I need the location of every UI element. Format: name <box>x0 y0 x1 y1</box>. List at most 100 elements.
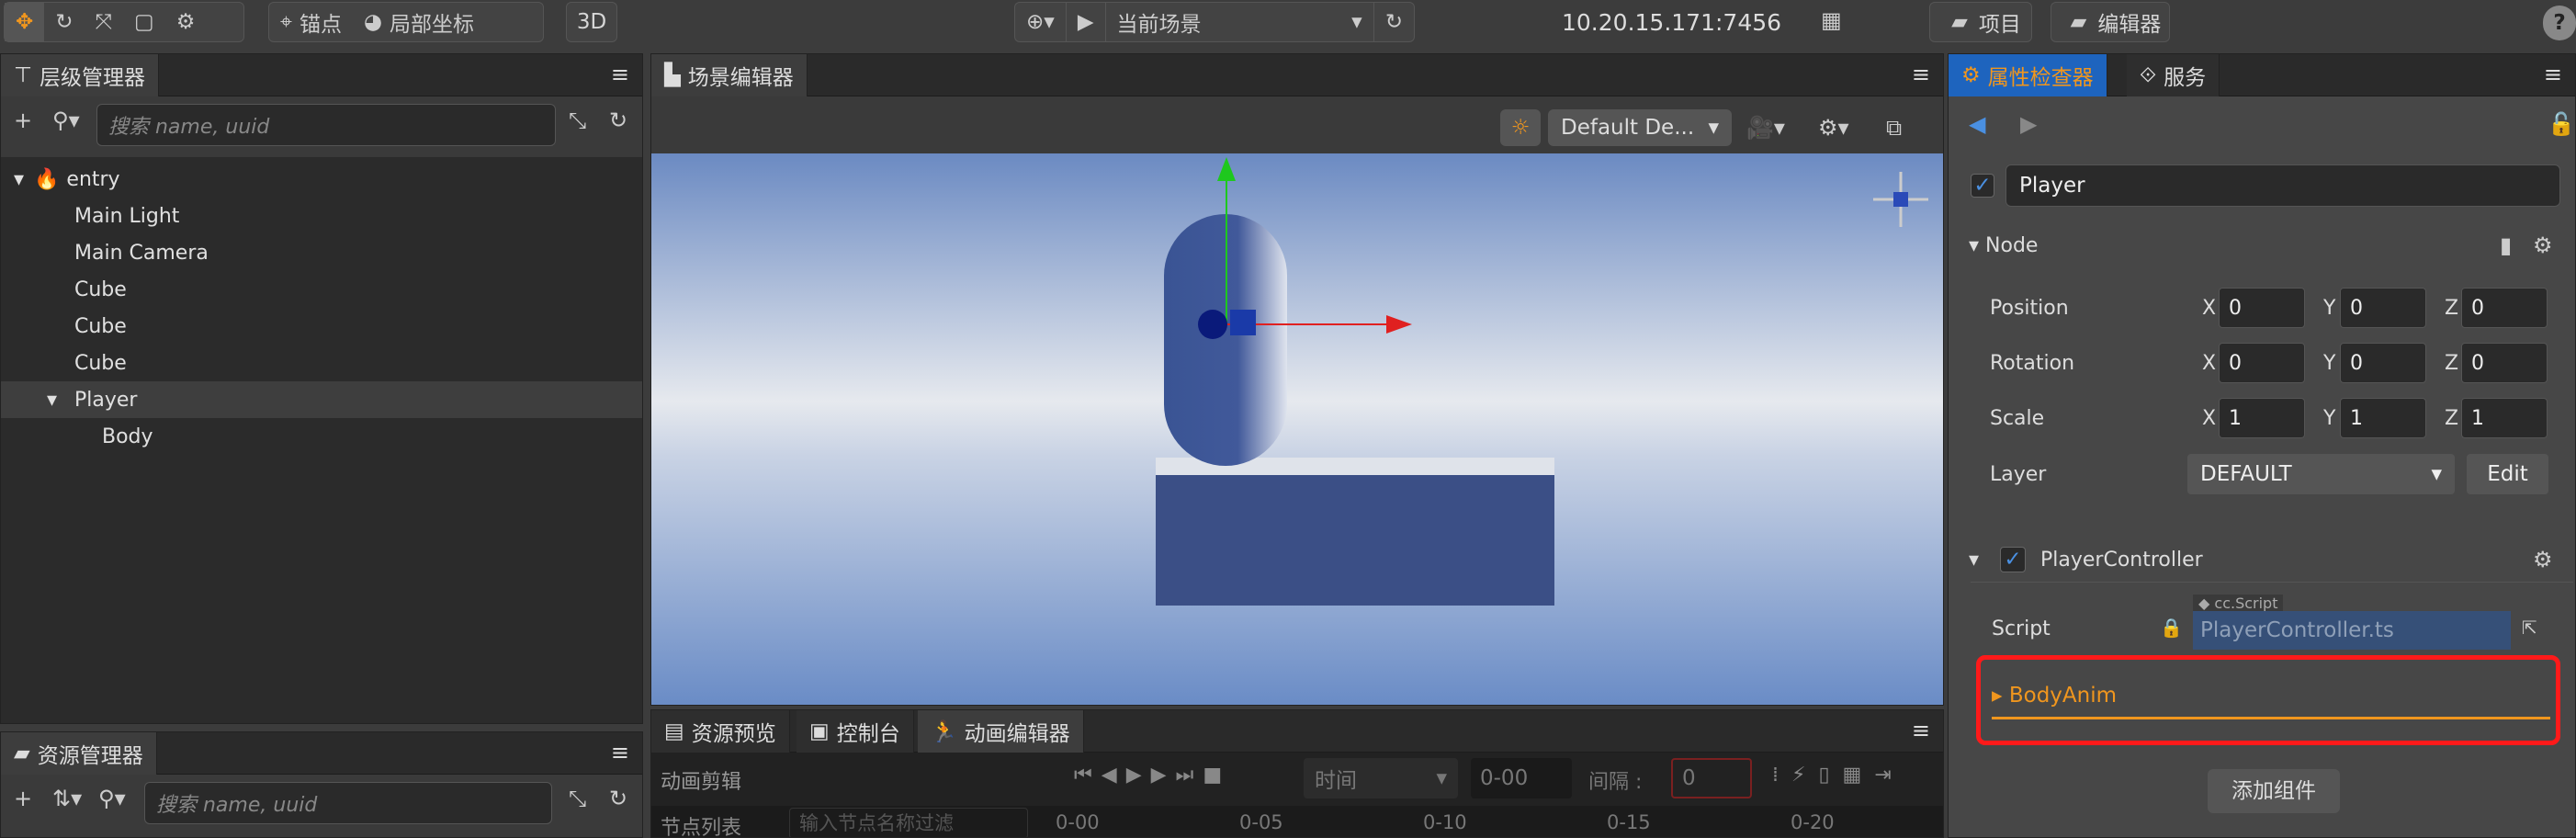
assets-search-input[interactable]: 搜索 name, uuid <box>144 782 552 824</box>
z-input[interactable]: 0 <box>2461 343 2548 383</box>
tree-node-label: Cube <box>74 314 127 338</box>
3d-toggle[interactable]: 3D <box>566 2 617 42</box>
menu-icon[interactable]: ≡ <box>1912 62 1930 87</box>
run-icon: 🏃 <box>931 719 957 744</box>
help-button[interactable]: ? <box>2543 6 2576 40</box>
z-input[interactable]: 0 <box>2461 288 2548 328</box>
gear-icon[interactable]: ⚙▾ <box>1818 115 1849 141</box>
play-icon[interactable]: ▶ <box>1067 3 1106 41</box>
scale-tool-icon[interactable]: ⤧ <box>85 3 123 41</box>
scene-select[interactable]: 当前场景 ▾ <box>1106 3 1373 41</box>
search-icon[interactable]: ⚲▾ <box>98 786 126 811</box>
project-button[interactable]: ▰ 项目 <box>1929 2 2032 42</box>
tree-node[interactable]: ▾ 🔥 entry <box>1 161 642 198</box>
tree-node-label: Main Light <box>74 204 180 228</box>
playback-controls[interactable]: ⏮◀▶▶⏭■ <box>1074 764 1231 787</box>
anchor-button[interactable]: ⌖ 锚点 <box>269 3 353 41</box>
forward-arrow-icon[interactable]: ▶ <box>2020 111 2037 137</box>
divider <box>1971 582 2573 583</box>
component-collapse-icon[interactable]: ▾ <box>1969 549 1979 572</box>
add-component-button[interactable]: 添加组件 <box>2208 769 2340 813</box>
search-icon[interactable]: ⚲▾ <box>52 108 80 133</box>
y-input[interactable]: 1 <box>2340 398 2426 438</box>
back-arrow-icon[interactable]: ◀ <box>1969 111 1985 137</box>
camera-icon[interactable]: 🎥▾ <box>1746 115 1785 141</box>
tree-node[interactable]: Cube <box>1 271 642 308</box>
node-filter-input[interactable]: 输入节点名称过滤 <box>789 808 1028 837</box>
tree-node[interactable]: Main Camera <box>1 234 642 271</box>
add-icon[interactable]: + <box>14 786 32 811</box>
component-checkbox[interactable]: ✓ <box>2000 547 2026 572</box>
active-checkbox[interactable]: ✓ <box>1971 174 1994 198</box>
move-tool-icon[interactable]: ✥ <box>5 3 45 41</box>
layer-select[interactable]: DEFAULT ▾ <box>2187 454 2455 494</box>
interval-input[interactable]: 0 <box>1671 758 1752 798</box>
tab-assets[interactable]: ▰ 资源管理器 <box>1 732 157 775</box>
time-select-label: 时间 <box>1315 769 1357 793</box>
refresh-icon[interactable]: ↻ <box>609 108 627 133</box>
animation-tool-icons[interactable]: ⁞⚡▯▦⇥ <box>1772 764 1904 787</box>
platform-globe-icon[interactable]: ⊕▾ <box>1015 3 1067 41</box>
timeline-tick: 0-15 <box>1607 811 1651 833</box>
editor-button[interactable]: ▰ 编辑器 <box>2051 2 2170 42</box>
node-name-input[interactable]: Player <box>2005 164 2560 207</box>
x-input[interactable]: 0 <box>2219 343 2305 383</box>
collapse-icon[interactable]: ⤡ <box>569 786 586 811</box>
z-input[interactable]: 1 <box>2461 398 2548 438</box>
tab-console[interactable]: ▣ 控制台 <box>797 710 914 753</box>
collapse-icon[interactable]: ⤡ <box>569 108 586 133</box>
maximize-icon[interactable]: ⧉ <box>1886 115 1902 141</box>
tab-services[interactable]: ⟐ 服务 <box>2127 54 2220 96</box>
rotate-tool-icon[interactable]: ↻ <box>44 3 84 41</box>
scene-tabbar: ▙ 场景编辑器 ≡ <box>651 54 1943 96</box>
lock-icon[interactable]: 🔓 <box>2548 111 2575 137</box>
sort-icon[interactable]: ⇅▾ <box>52 786 82 811</box>
expand-arrow-icon[interactable]: ▾ <box>14 168 34 191</box>
tab-hierarchy[interactable]: ⊤ 层级管理器 <box>1 54 160 96</box>
y-input[interactable]: 0 <box>2340 288 2426 328</box>
refresh-icon[interactable]: ↻ <box>1373 3 1414 41</box>
tree-node[interactable]: Body <box>1 418 642 455</box>
tab-inspector[interactable]: ⚙ 属性检查器 <box>1949 54 2107 96</box>
locate-icon[interactable]: ⇱ <box>2522 617 2537 639</box>
x-input[interactable]: 0 <box>2219 288 2305 328</box>
gear-tool-icon[interactable]: ⚙ <box>165 3 207 41</box>
menu-icon[interactable]: ≡ <box>611 740 629 765</box>
refresh-icon[interactable]: ↻ <box>609 786 627 811</box>
tree-node[interactable]: Main Light <box>1 198 642 234</box>
tree-node-label: Main Camera <box>74 241 209 265</box>
tab-scene[interactable]: ▙ 场景编辑器 <box>651 54 808 96</box>
tree-node[interactable]: Cube <box>1 345 642 381</box>
script-field[interactable]: PlayerController.ts <box>2193 611 2511 650</box>
time-input[interactable]: 0-00 <box>1471 758 1572 798</box>
local-coord-button[interactable]: ◕ 局部坐标 <box>353 3 485 41</box>
hierarchy-search-input[interactable]: 搜索 name, uuid <box>96 104 556 146</box>
x-input[interactable]: 1 <box>2219 398 2305 438</box>
tab-asset-preview[interactable]: ▤ 资源预览 <box>651 710 790 753</box>
gear-icon[interactable]: ⚙ <box>2533 232 2553 258</box>
menu-icon[interactable]: ≡ <box>2544 62 2562 87</box>
edit-button[interactable]: Edit <box>2467 454 2548 494</box>
body-anim-toggle[interactable]: ▸ BodyAnim <box>1992 684 2117 708</box>
gear-icon[interactable]: ⚙ <box>2533 547 2553 572</box>
node-section-label: Node <box>1985 234 2039 257</box>
tree-node-label: Cube <box>74 351 127 375</box>
light-icon[interactable]: ☼ <box>1500 109 1541 146</box>
script-type-badge: ◆ cc.Script <box>2193 595 2284 612</box>
menu-icon[interactable]: ≡ <box>611 62 629 87</box>
chevron-down-icon: ▾ <box>1708 116 1719 140</box>
book-icon[interactable]: ▮ <box>2500 232 2512 258</box>
time-select[interactable]: 时间 ▾ <box>1304 758 1458 798</box>
node-section-toggle[interactable]: ▾ Node <box>1969 234 2038 257</box>
expand-arrow-icon[interactable]: ▾ <box>47 389 74 412</box>
scene-viewport[interactable] <box>651 153 1943 705</box>
tree-node[interactable]: Cube <box>1 308 642 345</box>
rect-tool-icon[interactable]: ▢ <box>123 3 165 41</box>
tree-node[interactable]: ▾ Player <box>1 381 642 418</box>
tab-animation-editor[interactable]: 🏃 动画编辑器 <box>918 710 1084 753</box>
add-icon[interactable]: + <box>14 108 32 133</box>
menu-icon[interactable]: ≡ <box>1912 718 1930 743</box>
y-input[interactable]: 0 <box>2340 343 2426 383</box>
qr-code-icon[interactable]: ▦ <box>1821 7 1842 33</box>
layout-select[interactable]: Default De... ▾ <box>1548 109 1732 146</box>
